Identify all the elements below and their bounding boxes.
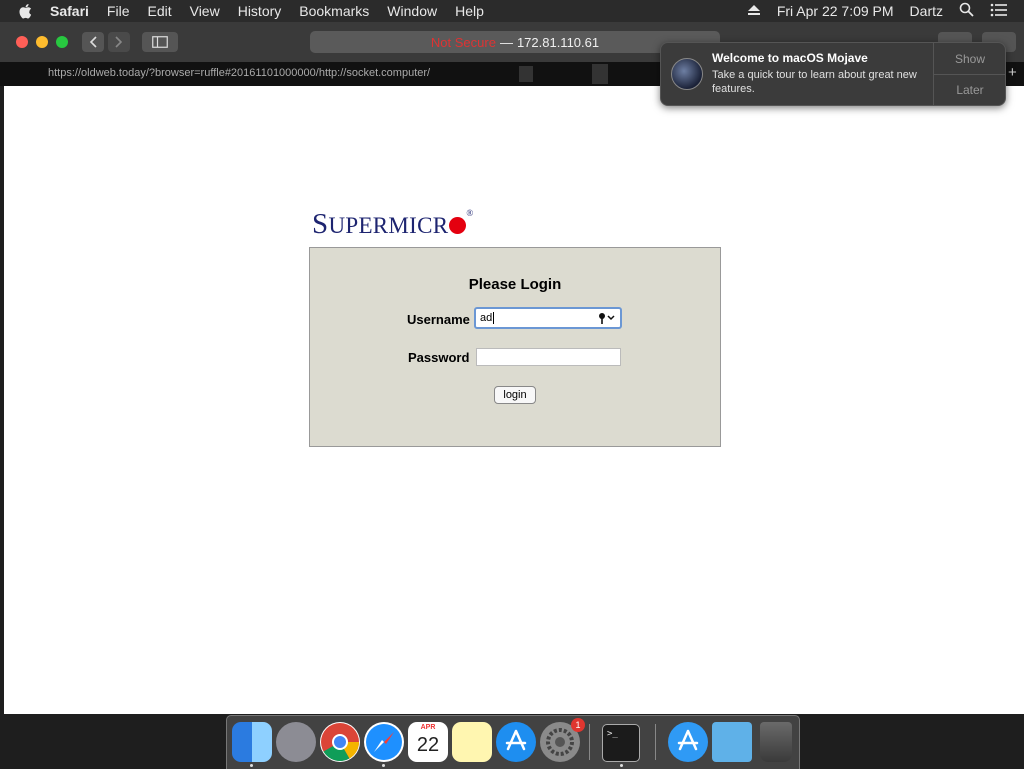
password-label: Password	[408, 350, 470, 365]
dock-terminal-icon[interactable]: >_	[602, 724, 640, 762]
list-icon[interactable]	[990, 3, 1008, 20]
notification-body: Take a quick tour to learn about great n…	[712, 69, 917, 95]
apple-icon[interactable]	[18, 3, 36, 19]
dock-applications-folder-icon[interactable]	[668, 722, 708, 762]
mojave-icon	[671, 58, 703, 90]
forward-button[interactable]	[108, 32, 130, 52]
terminal-prompt: >_	[607, 729, 618, 739]
notification-later-button[interactable]: Later	[934, 75, 1006, 105]
menu-edit[interactable]: Edit	[147, 3, 171, 19]
close-window-button[interactable]	[16, 36, 28, 48]
menu-file[interactable]: File	[107, 3, 130, 19]
strip-block	[519, 66, 533, 82]
forward-icon	[115, 36, 123, 48]
username-value: ad	[480, 312, 493, 324]
running-indicator	[250, 764, 253, 767]
embedded-url: https://oldweb.today/?browser=ruffle#201…	[48, 67, 431, 79]
notification-actions: Show Later	[933, 43, 1006, 105]
dock-system-preferences-icon[interactable]: 1	[540, 718, 585, 762]
calendar-month: APR	[420, 724, 436, 731]
key-icon[interactable]	[598, 312, 616, 324]
dock-safari-icon[interactable]	[364, 722, 404, 762]
eject-icon[interactable]	[747, 3, 761, 19]
dock-separator	[655, 724, 656, 760]
notification-title: Welcome to macOS Mojave	[712, 51, 868, 65]
web-page: SUPERMICR ® Please Login Username ad Pass…	[4, 86, 1024, 714]
dock-notes-icon[interactable]	[452, 722, 492, 762]
menu-view[interactable]: View	[190, 3, 220, 19]
zoom-window-button[interactable]	[56, 36, 68, 48]
dock-downloads-folder-icon[interactable]	[712, 722, 752, 762]
new-tab-button[interactable]: +	[1008, 64, 1017, 81]
dock-separator	[589, 724, 590, 760]
menu-history[interactable]: History	[238, 3, 282, 19]
dock-finder-icon[interactable]	[232, 722, 272, 762]
menu-clock[interactable]: Fri Apr 22 7:09 PM	[777, 3, 894, 19]
sidebar-toggle-button[interactable]	[142, 32, 178, 52]
dock-chrome-icon[interactable]	[320, 722, 360, 762]
back-button[interactable]	[82, 32, 104, 52]
back-icon	[89, 36, 97, 48]
menu-window[interactable]: Window	[387, 3, 437, 19]
dock: APR 22 1 >_	[226, 715, 800, 769]
username-input[interactable]: ad	[474, 307, 622, 329]
address-host: 172.81.110.61	[516, 34, 600, 50]
menu-bookmarks[interactable]: Bookmarks	[299, 3, 369, 19]
menu-user[interactable]: Dartz	[910, 3, 943, 19]
password-input[interactable]	[476, 348, 621, 366]
text-caret	[493, 312, 495, 324]
dock-launchpad-icon[interactable]	[276, 722, 316, 762]
address-separator: —	[499, 34, 513, 50]
minimize-window-button[interactable]	[36, 36, 48, 48]
login-title: Please Login	[468, 276, 562, 293]
notification-show-button[interactable]: Show	[934, 43, 1006, 75]
search-icon[interactable]	[959, 2, 974, 20]
supermicro-logo: SUPERMICR ®	[312, 208, 474, 240]
username-label: Username	[407, 312, 470, 327]
notification-badge: 1	[571, 718, 585, 732]
login-panel: Please Login Username ad Password login	[309, 247, 721, 447]
dock-calendar-icon[interactable]: APR 22	[408, 722, 448, 762]
calendar-day: 22	[416, 734, 440, 756]
not-secure-label: Not Secure	[430, 34, 496, 50]
dock-app-store-icon[interactable]	[496, 722, 536, 762]
notification-banner[interactable]: Welcome to macOS Mojave Take a quick tou…	[660, 42, 1006, 106]
running-indicator	[382, 764, 385, 767]
address-bar[interactable]: Not Secure — 172.81.110.61	[310, 31, 720, 53]
dock-trash-icon[interactable]	[760, 722, 792, 762]
menu-app-safari[interactable]: Safari	[50, 3, 89, 19]
menu-bar: Safari File Edit View History Bookmarks …	[0, 0, 1024, 22]
login-button[interactable]: login	[494, 386, 536, 404]
strip-block	[592, 64, 608, 84]
menu-help[interactable]: Help	[455, 3, 484, 19]
sidebar-icon	[152, 36, 168, 48]
running-indicator	[620, 764, 623, 767]
